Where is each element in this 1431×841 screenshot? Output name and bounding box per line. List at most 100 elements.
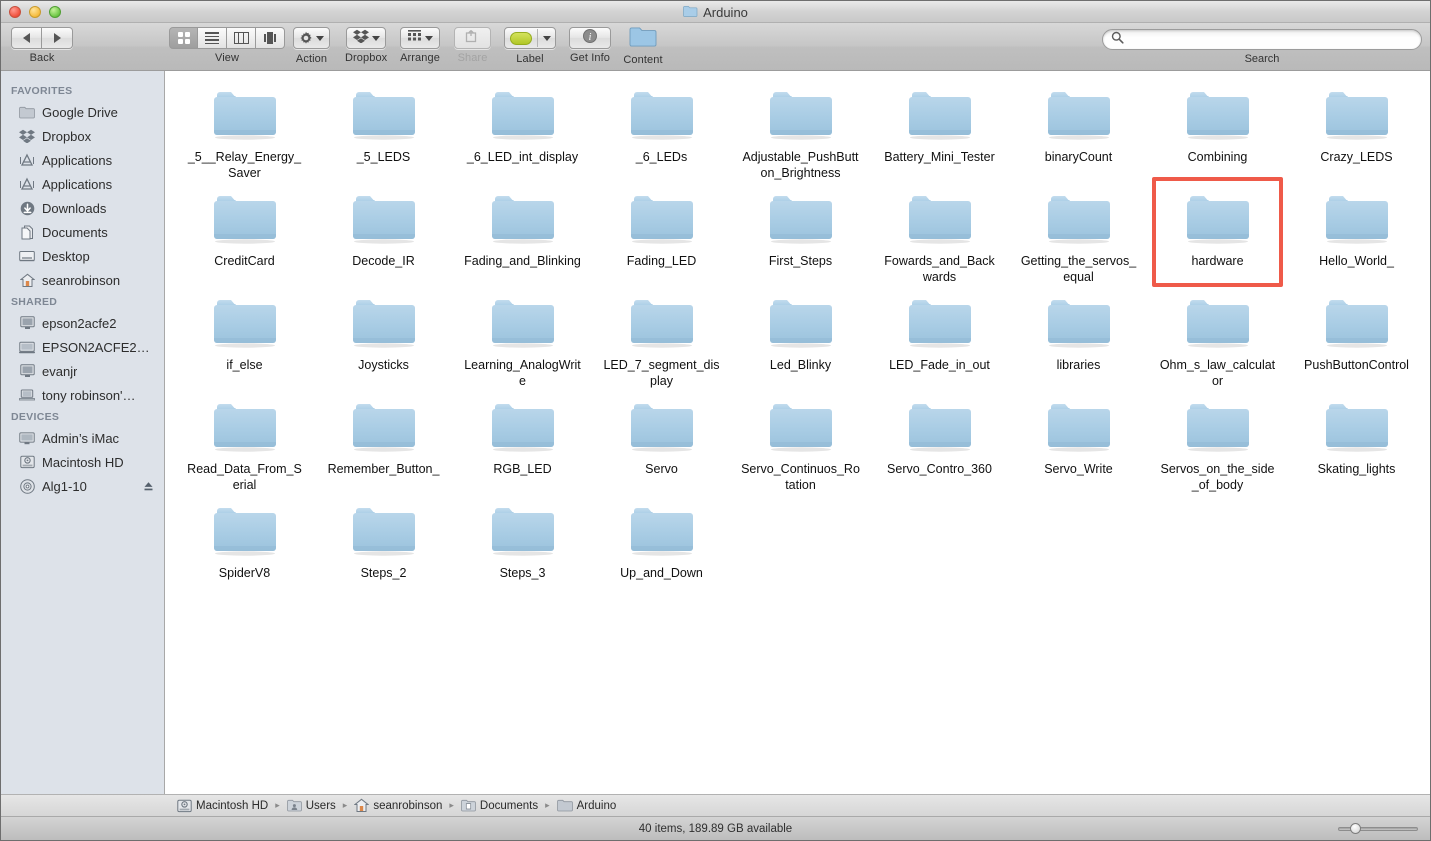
folder-icon bbox=[904, 293, 976, 351]
sidebar-item-downloads[interactable]: Downloads bbox=[1, 196, 164, 220]
file-item[interactable]: Crazy_LEDS bbox=[1287, 77, 1426, 181]
view-list-button[interactable] bbox=[198, 27, 227, 49]
file-item[interactable]: Fading_and_Blinking bbox=[453, 181, 592, 285]
search-box[interactable] bbox=[1102, 29, 1422, 50]
file-item[interactable]: PushButtonControl bbox=[1287, 285, 1426, 389]
file-item[interactable]: _5__Relay_Energy_Saver bbox=[175, 77, 314, 181]
forward-button[interactable] bbox=[42, 27, 73, 49]
sidebar-item-applications[interactable]: Applications bbox=[1, 148, 164, 172]
arrange-menu-group: Arrange bbox=[400, 27, 440, 64]
folder-icon bbox=[19, 104, 35, 120]
file-item[interactable]: LED_7_segment_display bbox=[592, 285, 731, 389]
view-coverflow-button[interactable] bbox=[256, 27, 285, 49]
view-column-button[interactable] bbox=[227, 27, 256, 49]
sidebar-item-desktop[interactable]: Desktop bbox=[1, 244, 164, 268]
coverflow-icon bbox=[262, 32, 278, 44]
eject-icon[interactable] bbox=[143, 480, 154, 491]
folder-icon bbox=[626, 189, 698, 247]
share-button[interactable] bbox=[454, 27, 491, 49]
sidebar-item-evanjr[interactable]: evanjr bbox=[1, 359, 164, 383]
folder-icon bbox=[683, 5, 698, 20]
breadcrumb-item[interactable]: Documents bbox=[461, 799, 538, 812]
breadcrumb-item[interactable]: Arduino bbox=[556, 799, 616, 812]
applications-icon bbox=[19, 176, 35, 192]
file-item[interactable]: LED_Fade_in_out bbox=[870, 285, 1009, 389]
file-item[interactable]: Learning_AnalogWrite bbox=[453, 285, 592, 389]
content-button[interactable] bbox=[623, 27, 663, 51]
file-item[interactable]: RGB_LED bbox=[453, 389, 592, 493]
breadcrumb-label: Users bbox=[305, 799, 336, 812]
display-icon bbox=[19, 315, 35, 331]
sidebar-item-admin-s-imac[interactable]: Admin’s iMac bbox=[1, 426, 164, 450]
slider-knob[interactable] bbox=[1350, 823, 1361, 834]
sidebar-item-epson2acfe2[interactable]: EPSON2ACFE2… bbox=[1, 335, 164, 359]
sidebar-item-google-drive[interactable]: Google Drive bbox=[1, 100, 164, 124]
file-item[interactable]: Servo_Write bbox=[1009, 389, 1148, 493]
file-item-label: Servo bbox=[645, 462, 678, 476]
sidebar-item-seanrobinson[interactable]: seanrobinson bbox=[1, 268, 164, 292]
file-item-label: hardware bbox=[1191, 254, 1244, 268]
arrange-button[interactable] bbox=[400, 27, 440, 49]
sidebar-item-label: epson2acfe2 bbox=[42, 315, 117, 331]
folder-icon bbox=[765, 397, 837, 455]
file-item[interactable]: Read_Data_From_Serial bbox=[175, 389, 314, 493]
file-item-label: Ohm_s_law_calculator bbox=[1159, 358, 1276, 388]
file-item[interactable]: Ohm_s_law_calculator bbox=[1148, 285, 1287, 389]
file-item[interactable]: Steps_2 bbox=[314, 493, 453, 581]
file-item[interactable]: _6_LEDs bbox=[592, 77, 731, 181]
file-item[interactable]: Decode_IR bbox=[314, 181, 453, 285]
window-body: FAVORITES Google Drive Dropbox Applications… bbox=[1, 71, 1430, 794]
file-item[interactable]: _5_LEDS bbox=[314, 77, 453, 181]
file-item[interactable]: Up_and_Down bbox=[592, 493, 731, 581]
file-item[interactable]: hardware bbox=[1148, 181, 1287, 285]
file-item[interactable]: if_else bbox=[175, 285, 314, 389]
file-item[interactable]: _6_LED_int_display bbox=[453, 77, 592, 181]
breadcrumb-item[interactable]: seanrobinson bbox=[354, 798, 442, 813]
sidebar-item-tony-robinson[interactable]: tony robinson'… bbox=[1, 383, 164, 407]
file-item[interactable]: Fowards_and_Backwards bbox=[870, 181, 1009, 285]
folder-icon bbox=[487, 397, 559, 455]
sidebar-item-alg1-10[interactable]: Alg1-10 bbox=[1, 474, 164, 498]
action-button[interactable] bbox=[293, 27, 330, 49]
sidebar-item-macintosh-hd[interactable]: Macintosh HD bbox=[1, 450, 164, 474]
folder-icon bbox=[1182, 85, 1254, 143]
search-input[interactable] bbox=[1129, 32, 1413, 47]
file-item[interactable]: Adjustable_PushButton_Brightness bbox=[731, 77, 870, 181]
svg-text:i: i bbox=[589, 32, 592, 43]
file-item[interactable]: Combining bbox=[1148, 77, 1287, 181]
file-item[interactable]: CreditCard bbox=[175, 181, 314, 285]
file-item[interactable]: Remember_Button_ bbox=[314, 389, 453, 493]
file-item[interactable]: binaryCount bbox=[1009, 77, 1148, 181]
file-item[interactable]: Skating_lights bbox=[1287, 389, 1426, 493]
folder-icon bbox=[556, 799, 573, 812]
breadcrumb-item[interactable]: Users bbox=[286, 799, 336, 812]
file-item[interactable]: Led_Blinky bbox=[731, 285, 870, 389]
sidebar-item-applications[interactable]: Applications bbox=[1, 172, 164, 196]
file-item[interactable]: Servos_on_the_side_of_body bbox=[1148, 389, 1287, 493]
file-item[interactable]: First_Steps bbox=[731, 181, 870, 285]
folder-icon bbox=[626, 397, 698, 455]
file-item[interactable]: Battery_Mini_Tester bbox=[870, 77, 1009, 181]
file-item[interactable]: Servo_Continuos_Rotation bbox=[731, 389, 870, 493]
sidebar-item-epson2acfe2[interactable]: epson2acfe2 bbox=[1, 311, 164, 335]
icon-size-slider[interactable] bbox=[1338, 823, 1418, 834]
dropbox-button[interactable] bbox=[346, 27, 387, 49]
file-item[interactable]: Steps_3 bbox=[453, 493, 592, 581]
file-item[interactable]: Joysticks bbox=[314, 285, 453, 389]
sidebar-item-dropbox[interactable]: Dropbox bbox=[1, 124, 164, 148]
file-item[interactable]: Getting_the_servos_equal bbox=[1009, 181, 1148, 285]
file-item[interactable]: Hello_World_ bbox=[1287, 181, 1426, 285]
file-item[interactable]: SpiderV8 bbox=[175, 493, 314, 581]
view-icon-button[interactable] bbox=[169, 27, 198, 49]
label-button[interactable] bbox=[504, 27, 556, 49]
file-item[interactable]: Servo bbox=[592, 389, 731, 493]
sidebar-item-documents[interactable]: Documents bbox=[1, 220, 164, 244]
file-item[interactable]: Servo_Contro_360 bbox=[870, 389, 1009, 493]
file-item[interactable]: Fading_LED bbox=[592, 181, 731, 285]
file-item[interactable]: libraries bbox=[1009, 285, 1148, 389]
get-info-button[interactable]: i bbox=[569, 27, 611, 49]
back-button[interactable] bbox=[11, 27, 42, 49]
breadcrumb-label: seanrobinson bbox=[373, 799, 443, 812]
sidebar-item-label: Google Drive bbox=[42, 104, 118, 120]
breadcrumb-item[interactable]: Macintosh HD bbox=[177, 799, 268, 813]
